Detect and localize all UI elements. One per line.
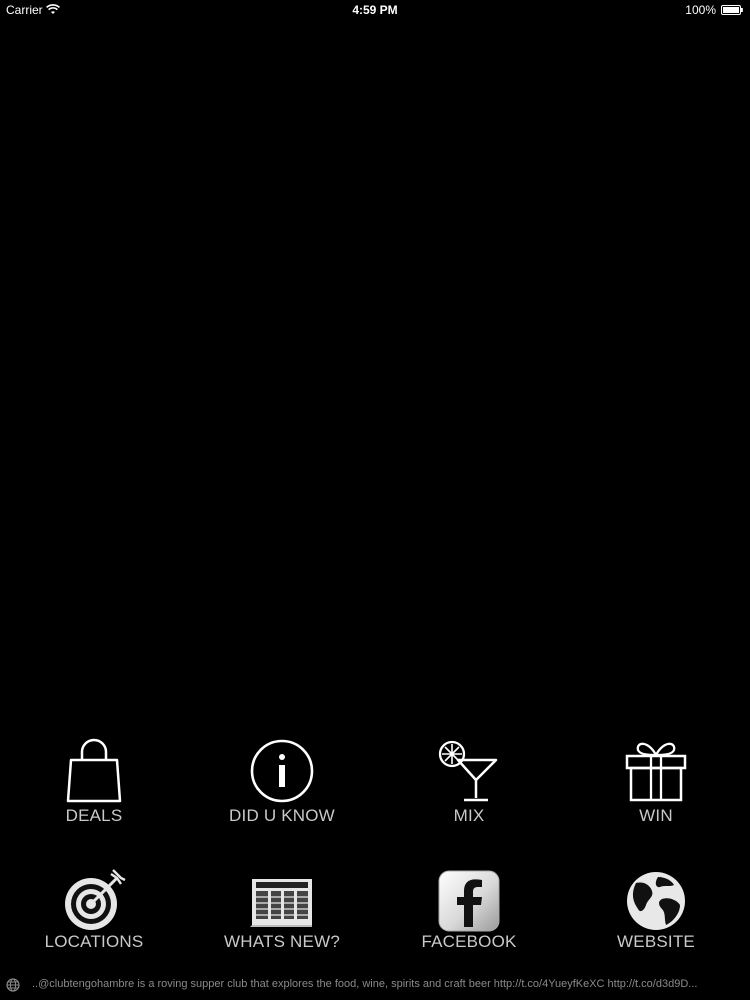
deals-label: DEALS [65, 806, 123, 825]
ticker-text: ..@clubtengohambre is a roving supper cl… [32, 978, 698, 990]
mix-label: MIX [453, 806, 485, 825]
whats-new-label: WHATS NEW? [224, 932, 340, 951]
did-u-know-label: DID U KNOW [229, 806, 335, 825]
battery-percent: 100% [685, 3, 716, 17]
battery-icon [721, 5, 743, 15]
cocktail-icon [438, 740, 498, 802]
newspaper-icon [250, 879, 312, 927]
clock: 4:59 PM [352, 3, 398, 17]
gift-icon [625, 742, 687, 802]
whats-new-button[interactable]: WHATS NEW? [188, 860, 376, 970]
status-bar: Carrier 4:59 PM 100% [0, 0, 750, 20]
did-u-know-button[interactable]: DID U KNOW [188, 730, 376, 840]
win-label: WIN [639, 806, 673, 825]
deals-button[interactable]: DEALS [0, 730, 188, 840]
info-icon [250, 739, 314, 803]
shopping-bag-icon [66, 738, 122, 803]
facebook-label: FACEBOOK [421, 932, 517, 951]
mix-button[interactable]: MIX [375, 730, 563, 840]
win-button[interactable]: WIN [562, 730, 750, 840]
globe-small-icon [6, 978, 20, 992]
website-label: WEBSITE [617, 932, 695, 951]
locations-label: LOCATIONS [44, 932, 144, 951]
news-ticker[interactable]: ..@clubtengohambre is a roving supper cl… [0, 974, 750, 996]
globe-icon [627, 872, 685, 930]
target-icon [65, 869, 126, 930]
facebook-button[interactable]: FACEBOOK [375, 860, 563, 970]
website-button[interactable]: WEBSITE [562, 860, 750, 970]
facebook-icon [438, 870, 500, 932]
locations-button[interactable]: LOCATIONS [0, 860, 188, 970]
